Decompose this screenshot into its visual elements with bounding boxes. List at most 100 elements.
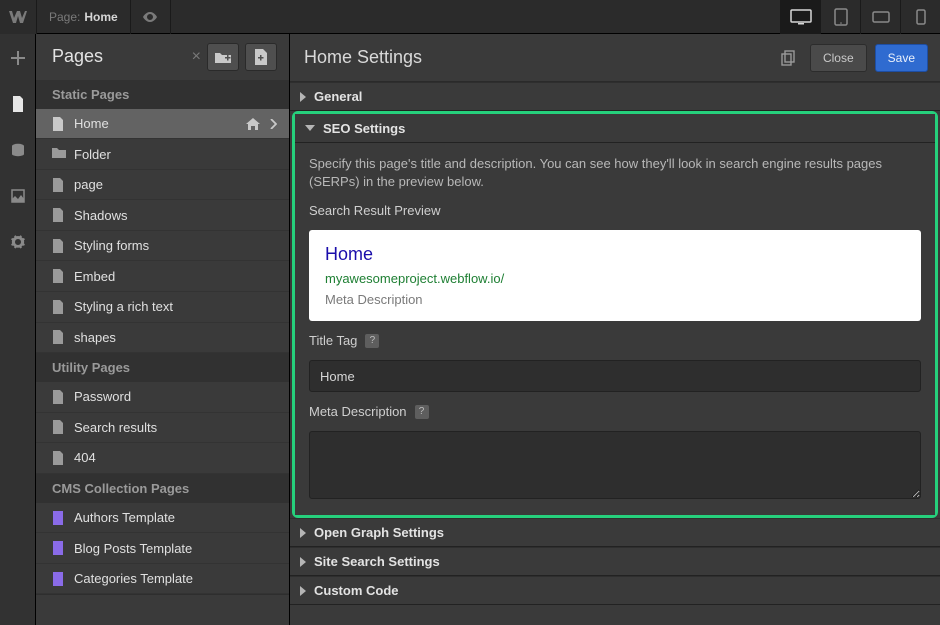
- page-row-label: Password: [74, 389, 277, 404]
- title-tag-label: Title Tag: [309, 333, 357, 348]
- page-row-folder[interactable]: Folder: [36, 139, 289, 170]
- page-indicator-name: Home: [84, 10, 117, 24]
- page-row-label: page: [74, 177, 277, 192]
- cms-page-icon: [52, 572, 64, 586]
- left-icon-rail: [0, 34, 36, 625]
- chevron-down-icon: [305, 125, 315, 131]
- page-row[interactable]: Authors Template: [36, 503, 289, 534]
- page-row-label: Search results: [74, 420, 277, 435]
- meta-desc-label-row: Meta Description ?: [309, 404, 921, 419]
- help-icon[interactable]: ?: [365, 334, 379, 348]
- pages-panel-close-icon[interactable]: ×: [192, 48, 201, 66]
- accordion-label: SEO Settings: [323, 121, 405, 136]
- accordion-label: General: [314, 89, 362, 104]
- page-row-label: Styling forms: [74, 238, 277, 253]
- rail-settings-button[interactable]: [0, 228, 36, 256]
- page-icon: [52, 451, 64, 465]
- page-row[interactable]: Styling forms: [36, 231, 289, 262]
- title-tag-input[interactable]: [309, 360, 921, 392]
- help-icon[interactable]: ?: [415, 405, 429, 419]
- accordion-custom-code[interactable]: Custom Code: [290, 576, 940, 605]
- page-row[interactable]: Styling a rich text: [36, 292, 289, 323]
- page-row[interactable]: 404: [36, 443, 289, 474]
- folder-icon: [52, 147, 64, 161]
- page-row[interactable]: Embed: [36, 261, 289, 292]
- page-row[interactable]: Blog Posts Template: [36, 533, 289, 564]
- title-tag-label-row: Title Tag ?: [309, 333, 921, 348]
- accordion-label: Custom Code: [314, 583, 399, 598]
- rail-add-button[interactable]: [0, 44, 36, 72]
- page-row[interactable]: page: [36, 170, 289, 201]
- page-icon: [52, 269, 64, 283]
- rail-assets-button[interactable]: [0, 182, 36, 210]
- webflow-logo[interactable]: [0, 0, 36, 34]
- page-icon: [52, 239, 64, 253]
- home-icon: [246, 118, 260, 130]
- chevron-right-icon: [300, 557, 306, 567]
- device-tablet-landscape-button[interactable]: [860, 0, 900, 34]
- seo-intro-text: Specify this page's title and descriptio…: [309, 155, 921, 191]
- accordion-open-graph[interactable]: Open Graph Settings: [290, 518, 940, 547]
- device-tablet-button[interactable]: [820, 0, 860, 34]
- chevron-right-icon: [300, 528, 306, 538]
- duplicate-page-button[interactable]: [774, 44, 802, 72]
- accordion-site-search[interactable]: Site Search Settings: [290, 547, 940, 576]
- seo-section-highlight: SEO Settings Specify this page's title a…: [292, 111, 938, 518]
- page-row-label: Blog Posts Template: [74, 541, 277, 556]
- device-buttons: [780, 0, 940, 34]
- page-row-label: Shadows: [74, 208, 277, 223]
- pages-panel-title: Pages: [52, 46, 186, 67]
- page-row[interactable]: Categories Template: [36, 564, 289, 595]
- page-row-home[interactable]: Home: [36, 109, 289, 140]
- page-row[interactable]: Password: [36, 382, 289, 413]
- page-row-label: Authors Template: [74, 510, 277, 525]
- page-icon: [52, 420, 64, 434]
- page-row[interactable]: Shadows: [36, 200, 289, 231]
- serp-preview: Home myawesomeproject.webflow.io/ Meta D…: [309, 230, 921, 321]
- cms-page-icon: [52, 541, 64, 555]
- device-desktop-button[interactable]: [780, 0, 820, 34]
- meta-desc-label: Meta Description: [309, 404, 407, 419]
- page-icon: [52, 390, 64, 404]
- page-row-label: Folder: [74, 147, 277, 162]
- settings-title: Home Settings: [304, 47, 774, 68]
- accordion-seo[interactable]: SEO Settings: [295, 114, 935, 143]
- serp-meta: Meta Description: [325, 292, 905, 307]
- new-folder-button[interactable]: [207, 43, 239, 71]
- accordion-general[interactable]: General: [290, 82, 940, 111]
- close-button[interactable]: Close: [810, 44, 867, 72]
- chevron-right-icon: [300, 586, 306, 596]
- pages-panel: Pages × Static Pages Home Folder page Sh…: [36, 34, 290, 625]
- rail-cms-button[interactable]: [0, 136, 36, 164]
- meta-desc-textarea[interactable]: [309, 431, 921, 499]
- save-button-label: Save: [888, 51, 915, 65]
- page-icon: [52, 208, 64, 222]
- pages-panel-header: Pages ×: [36, 34, 289, 80]
- page-row[interactable]: shapes: [36, 323, 289, 354]
- device-mobile-button[interactable]: [900, 0, 940, 34]
- page-row-label: 404: [74, 450, 277, 465]
- page-row[interactable]: Search results: [36, 413, 289, 444]
- serp-url: myawesomeproject.webflow.io/: [325, 271, 905, 286]
- cms-pages-header: CMS Collection Pages: [36, 474, 289, 503]
- settings-header: Home Settings Close Save: [290, 34, 940, 82]
- chevron-right-icon: [300, 92, 306, 102]
- save-button[interactable]: Save: [875, 44, 928, 72]
- close-button-label: Close: [823, 51, 854, 65]
- serp-title: Home: [325, 244, 905, 265]
- page-row-label: Embed: [74, 269, 277, 284]
- page-indicator-label: Page:: [49, 10, 80, 24]
- page-row-label: Categories Template: [74, 571, 277, 586]
- page-indicator[interactable]: Page: Home: [36, 0, 131, 34]
- static-pages-header: Static Pages: [36, 80, 289, 109]
- new-page-button[interactable]: [245, 43, 277, 71]
- rail-pages-button[interactable]: [0, 90, 36, 118]
- seo-body: Specify this page's title and descriptio…: [295, 143, 935, 515]
- preview-toggle-button[interactable]: [131, 0, 171, 34]
- accordion-label: Open Graph Settings: [314, 525, 444, 540]
- utility-pages-header: Utility Pages: [36, 353, 289, 382]
- accordion-label: Site Search Settings: [314, 554, 440, 569]
- serp-preview-label: Search Result Preview: [309, 203, 921, 218]
- topbar: Page: Home: [0, 0, 940, 34]
- page-row-label: Home: [74, 116, 236, 131]
